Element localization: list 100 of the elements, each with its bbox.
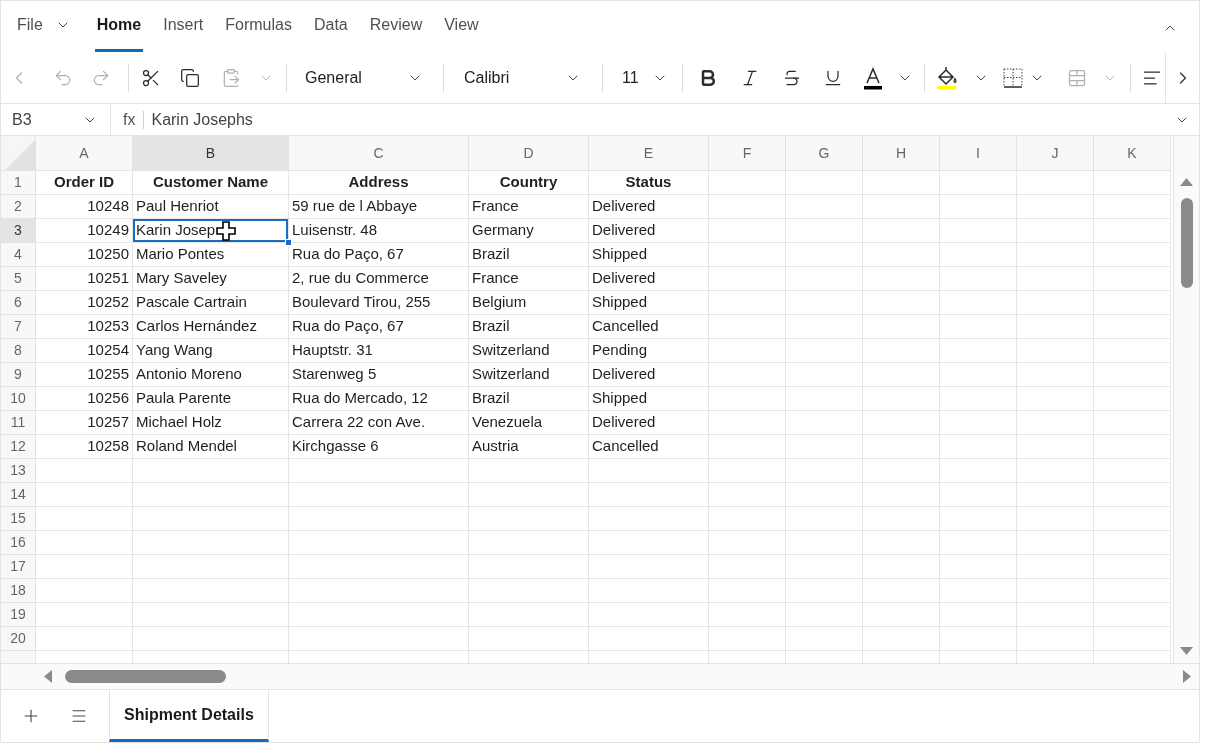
empty-cell[interactable] — [1094, 387, 1171, 411]
ribbon-tab[interactable]: Insert — [161, 1, 206, 52]
empty-cell[interactable] — [940, 291, 1017, 315]
empty-cell[interactable] — [1017, 627, 1094, 651]
table-cell[interactable]: Pending — [589, 339, 709, 363]
empty-cell[interactable] — [1017, 483, 1094, 507]
table-cell[interactable]: Karin Josep — [133, 219, 289, 243]
empty-cell[interactable] — [863, 219, 940, 243]
table-cell[interactable]: Switzerland — [469, 339, 589, 363]
empty-cell[interactable] — [289, 555, 469, 579]
table-cell[interactable]: Status — [589, 171, 709, 195]
empty-cell[interactable] — [709, 531, 786, 555]
table-cell[interactable]: Brazil — [469, 243, 589, 267]
empty-cell[interactable] — [1017, 531, 1094, 555]
empty-cell[interactable] — [786, 435, 863, 459]
table-cell[interactable]: 10257 — [36, 411, 133, 435]
empty-cell[interactable] — [289, 507, 469, 531]
empty-cell[interactable] — [1094, 579, 1171, 603]
empty-cell[interactable] — [469, 603, 589, 627]
empty-cell[interactable] — [1017, 603, 1094, 627]
empty-cell[interactable] — [940, 339, 1017, 363]
empty-cell[interactable] — [1017, 243, 1094, 267]
vertical-scrollbar-thumb[interactable] — [1180, 198, 1193, 288]
empty-cell[interactable] — [709, 267, 786, 291]
ribbon-tab[interactable]: Data — [311, 1, 350, 52]
empty-cell[interactable] — [1017, 219, 1094, 243]
empty-cell[interactable] — [289, 483, 469, 507]
empty-cell[interactable] — [940, 243, 1017, 267]
empty-cell[interactable] — [940, 363, 1017, 387]
empty-cell[interactable] — [289, 531, 469, 555]
column-header[interactable]: I — [940, 136, 1017, 171]
table-cell[interactable]: Shipped — [589, 387, 709, 411]
ribbon-tab[interactable]: View — [442, 1, 481, 52]
empty-cell[interactable] — [589, 627, 709, 651]
empty-cell[interactable] — [709, 387, 786, 411]
row-header[interactable]: 2 — [1, 195, 36, 219]
empty-cell[interactable] — [1017, 459, 1094, 483]
empty-cell[interactable] — [863, 171, 940, 195]
empty-cell[interactable] — [863, 531, 940, 555]
empty-cell[interactable] — [1094, 315, 1171, 339]
empty-cell[interactable] — [786, 507, 863, 531]
empty-cell[interactable] — [469, 459, 589, 483]
empty-cell[interactable] — [786, 531, 863, 555]
fill-handle[interactable] — [285, 239, 292, 246]
empty-cell[interactable] — [1017, 291, 1094, 315]
empty-cell[interactable] — [133, 483, 289, 507]
empty-cell[interactable] — [1094, 195, 1171, 219]
copy-icon[interactable] — [180, 68, 200, 88]
empty-cell[interactable] — [1017, 411, 1094, 435]
table-cell[interactable]: 10252 — [36, 291, 133, 315]
empty-cell[interactable] — [1094, 459, 1171, 483]
empty-cell[interactable] — [469, 555, 589, 579]
empty-cell[interactable] — [863, 387, 940, 411]
column-header[interactable]: H — [863, 136, 940, 171]
borders-icon[interactable] — [1003, 68, 1023, 88]
empty-cell[interactable] — [940, 483, 1017, 507]
empty-cell[interactable] — [940, 627, 1017, 651]
name-box[interactable]: B3 — [1, 104, 111, 135]
table-cell[interactable]: Boulevard Tirou, 255 — [289, 291, 469, 315]
table-cell[interactable]: Address — [289, 171, 469, 195]
table-cell[interactable]: Delivered — [589, 267, 709, 291]
empty-cell[interactable] — [940, 603, 1017, 627]
row-header[interactable]: 13 — [1, 459, 36, 483]
empty-cell[interactable] — [863, 339, 940, 363]
empty-cell[interactable] — [863, 243, 940, 267]
table-cell[interactable]: Cancelled — [589, 315, 709, 339]
empty-cell[interactable] — [133, 459, 289, 483]
empty-cell[interactable] — [1017, 387, 1094, 411]
table-cell[interactable]: Mario Pontes — [133, 243, 289, 267]
empty-cell[interactable] — [709, 483, 786, 507]
empty-cell[interactable] — [1094, 267, 1171, 291]
table-cell[interactable]: Michael Holz — [133, 411, 289, 435]
select-all-icon[interactable] — [5, 140, 35, 170]
empty-cell[interactable] — [709, 363, 786, 387]
table-cell[interactable]: Rua do Mercado, 12 — [289, 387, 469, 411]
table-cell[interactable]: 10248 — [36, 195, 133, 219]
empty-cell[interactable] — [589, 555, 709, 579]
table-cell[interactable]: France — [469, 195, 589, 219]
table-cell[interactable]: Order ID — [36, 171, 133, 195]
empty-cell[interactable] — [786, 411, 863, 435]
empty-cell[interactable] — [786, 363, 863, 387]
empty-cell[interactable] — [469, 627, 589, 651]
empty-cell[interactable] — [940, 411, 1017, 435]
empty-cell[interactable] — [133, 579, 289, 603]
empty-cell[interactable] — [940, 459, 1017, 483]
row-header[interactable]: 15 — [1, 507, 36, 531]
empty-cell[interactable] — [709, 627, 786, 651]
empty-cell[interactable] — [1017, 267, 1094, 291]
empty-cell[interactable] — [940, 267, 1017, 291]
empty-cell[interactable] — [289, 459, 469, 483]
column-header[interactable]: J — [1017, 136, 1094, 171]
empty-cell[interactable] — [786, 291, 863, 315]
empty-cell[interactable] — [786, 483, 863, 507]
table-cell[interactable]: Hauptstr. 31 — [289, 339, 469, 363]
empty-cell[interactable] — [133, 555, 289, 579]
empty-cell[interactable] — [940, 507, 1017, 531]
strikethrough-icon[interactable] — [782, 68, 802, 88]
horizontal-scrollbar-thumb[interactable] — [65, 670, 226, 683]
empty-cell[interactable] — [709, 555, 786, 579]
table-cell[interactable]: Cancelled — [589, 435, 709, 459]
